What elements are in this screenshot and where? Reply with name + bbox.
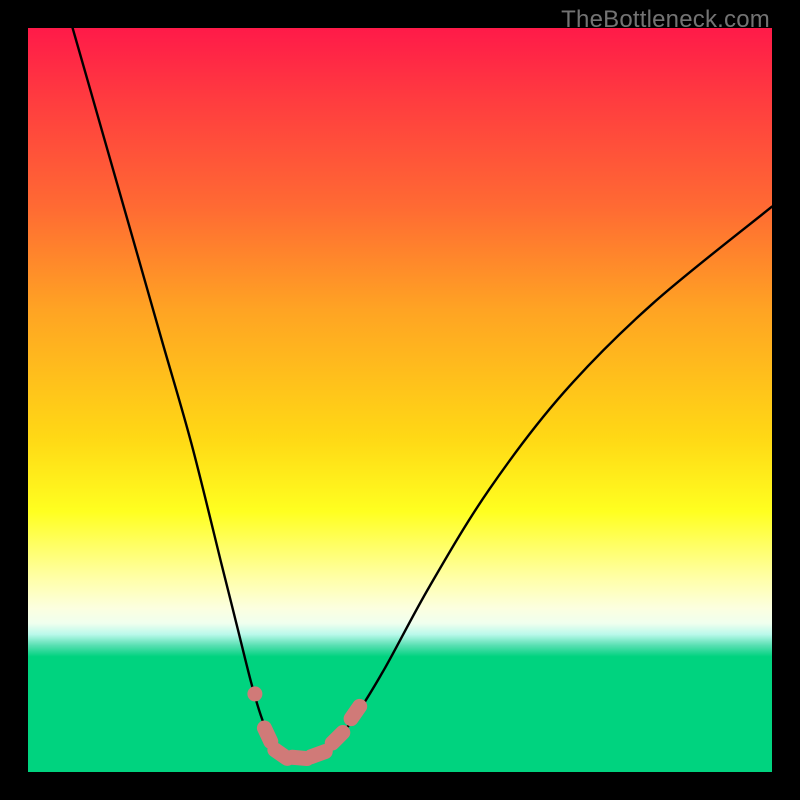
- plot-area: [28, 28, 772, 772]
- dash-markers: [247, 686, 370, 768]
- bottleneck-curve: [73, 28, 772, 757]
- curve-svg: [28, 28, 772, 772]
- chart-frame: TheBottleneck.com: [0, 0, 800, 800]
